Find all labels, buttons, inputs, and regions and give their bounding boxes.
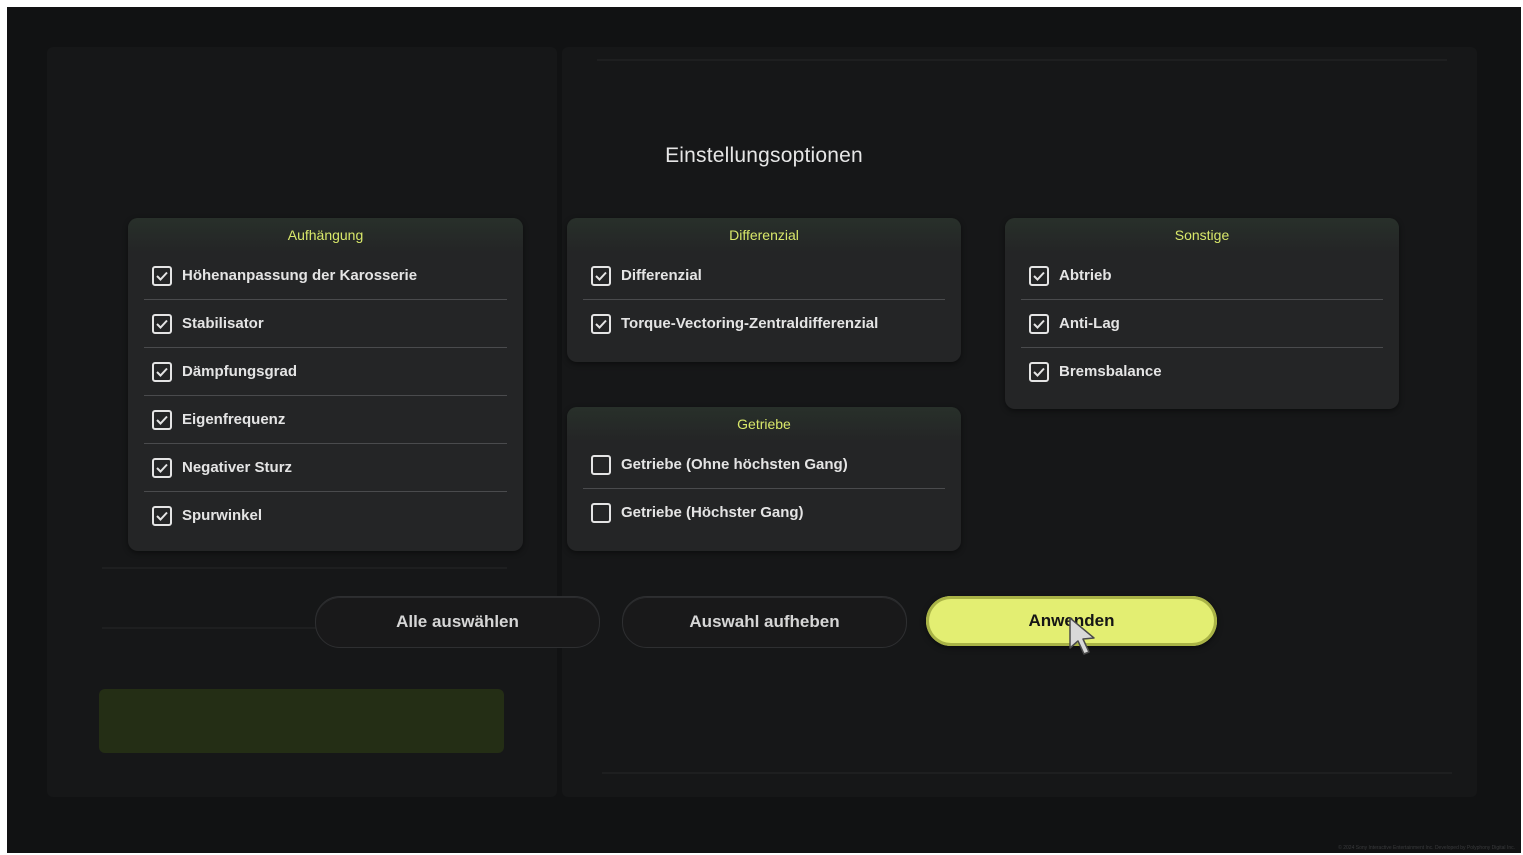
panel-aufhaengung: Aufhängung Höhenanpassung der Karosserie…: [128, 218, 523, 551]
checkbox-icon[interactable]: [591, 265, 611, 286]
checkbox-icon[interactable]: [152, 265, 172, 286]
checkbox-icon[interactable]: [152, 457, 172, 478]
checkbox-icon[interactable]: [152, 313, 172, 334]
dialog-title: Einstellungsoptionen: [665, 144, 863, 167]
checkbox-empty-icon[interactable]: [591, 454, 611, 475]
option-bremsbalance[interactable]: Bremsbalance: [1021, 348, 1383, 395]
option-anti-lag[interactable]: Anti-Lag: [1021, 300, 1383, 348]
option-label: Dämpfungsgrad: [182, 363, 298, 380]
option-eigenfrequenz[interactable]: Eigenfrequenz: [144, 396, 507, 444]
option-label: Torque-Vectoring-Zentraldifferenzial: [621, 315, 879, 332]
checkbox-icon[interactable]: [1029, 265, 1049, 286]
option-label: Differenzial: [621, 267, 702, 284]
option-stabilisator[interactable]: Stabilisator: [144, 300, 507, 348]
option-label: Anti-Lag: [1059, 315, 1120, 332]
option-label: Spurwinkel: [182, 507, 263, 524]
option-label: Bremsbalance: [1059, 363, 1162, 380]
select-all-button[interactable]: Alle auswählen: [315, 596, 600, 648]
option-abtrieb[interactable]: Abtrieb: [1021, 252, 1383, 300]
panel-sonstige: Sonstige Abtrieb Anti-Lag Bremsbalance: [1005, 218, 1399, 409]
option-spurwinkel[interactable]: Spurwinkel: [144, 492, 507, 539]
option-label: Negativer Sturz: [182, 459, 293, 476]
panel-differenzial: Differenzial Differenzial Torque-Vectori…: [567, 218, 961, 362]
checkbox-icon[interactable]: [1029, 361, 1049, 382]
panel-title: Sonstige: [1005, 218, 1399, 252]
bg-divider: [602, 772, 1452, 774]
option-label: Eigenfrequenz: [182, 411, 286, 428]
option-label: Getriebe (Ohne höchsten Gang): [621, 456, 848, 473]
option-torque-vectoring[interactable]: Torque-Vectoring-Zentraldifferenzial: [583, 300, 945, 347]
bg-divider: [102, 567, 507, 569]
option-label: Getriebe (Höchster Gang): [621, 504, 804, 521]
checkbox-icon[interactable]: [591, 313, 611, 334]
option-label: Höhenanpassung der Karosserie: [182, 267, 418, 284]
panel-getriebe: Getriebe Getriebe (Ohne höchsten Gang) G…: [567, 407, 961, 551]
option-daempfungsgrad[interactable]: Dämpfungsgrad: [144, 348, 507, 396]
copyright-text: © 2024 Sony Interactive Entertainment In…: [1338, 845, 1515, 851]
checkbox-icon[interactable]: [1029, 313, 1049, 334]
option-differenzial[interactable]: Differenzial: [583, 252, 945, 300]
option-label: Stabilisator: [182, 315, 264, 332]
deselect-button[interactable]: Auswahl aufheben: [622, 596, 907, 648]
option-hoehenanpassung[interactable]: Höhenanpassung der Karosserie: [144, 252, 507, 300]
checkbox-icon[interactable]: [152, 361, 172, 382]
checkbox-icon[interactable]: [152, 409, 172, 430]
mouse-cursor-icon: [1069, 617, 1095, 655]
checkbox-empty-icon[interactable]: [591, 502, 611, 523]
option-getriebe-hoechster-gang[interactable]: Getriebe (Höchster Gang): [583, 489, 945, 536]
game-screen: © 2024 Sony Interactive Entertainment In…: [7, 7, 1521, 853]
panel-title: Getriebe: [567, 407, 961, 441]
panel-title: Differenzial: [567, 218, 961, 252]
panel-title: Aufhängung: [128, 218, 523, 252]
bg-divider: [597, 59, 1447, 61]
checkbox-icon[interactable]: [152, 505, 172, 526]
bg-highlight-row: [99, 689, 504, 753]
option-negativer-sturz[interactable]: Negativer Sturz: [144, 444, 507, 492]
option-label: Abtrieb: [1059, 267, 1112, 284]
option-getriebe-ohne-hoechsten-gang[interactable]: Getriebe (Ohne höchsten Gang): [583, 441, 945, 489]
